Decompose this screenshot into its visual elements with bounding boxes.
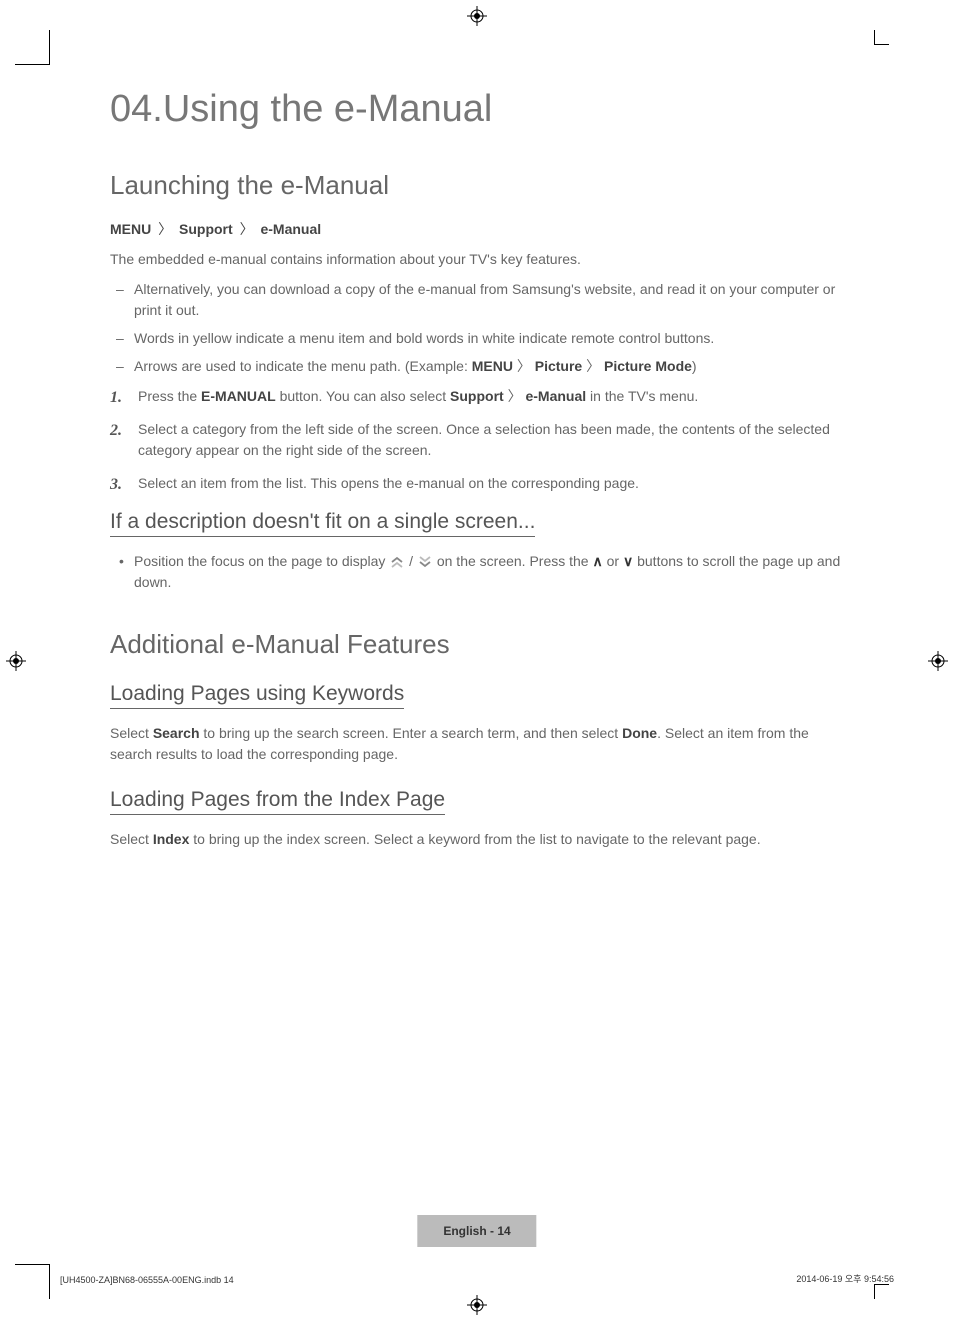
menu-path-separator-icon: 〉: [158, 221, 172, 237]
bullet-item: Position the focus on the page to displa…: [134, 551, 850, 593]
crop-mark-bl: [15, 1264, 50, 1299]
menu-path: MENU 〉 Support 〉 e-Manual: [110, 219, 850, 239]
registration-mark-icon: [467, 6, 487, 26]
subsection-heading-keywords: Loading Pages using Keywords: [110, 682, 404, 709]
step-number: 1.: [110, 386, 122, 410]
intro-text: The embedded e-manual contains informati…: [110, 249, 850, 269]
subsection-heading-index: Loading Pages from the Index Page: [110, 788, 445, 815]
menu-path-item: Support: [179, 221, 233, 237]
section-heading-additional: Additional e-Manual Features: [110, 629, 850, 660]
double-chevron-up-icon: [389, 553, 405, 569]
menu-path-separator-icon: 〉: [240, 221, 254, 237]
menu-path-separator-icon: 〉: [504, 388, 526, 404]
registration-mark-icon: [6, 651, 26, 671]
step-item: 1. Press the E-MANUAL button. You can al…: [138, 386, 850, 407]
caret-up-icon: ∧: [592, 553, 602, 569]
step-list: 1. Press the E-MANUAL button. You can al…: [110, 386, 850, 494]
page-content: 04.Using the e-Manual Launching the e-Ma…: [110, 90, 850, 859]
step-item: 2. Select a category from the left side …: [138, 419, 850, 461]
note-item: Words in yellow indicate a menu item and…: [134, 328, 850, 348]
menu-path-separator-icon: 〉: [582, 358, 604, 374]
crop-mark-br: [874, 1284, 889, 1299]
menu-path-separator-icon: 〉: [513, 358, 535, 374]
chapter-number: 04.: [110, 88, 163, 130]
note-list: Alternatively, you can download a copy o…: [110, 279, 850, 376]
note-item: Arrows are used to indicate the menu pat…: [134, 356, 850, 376]
section-heading-launching: Launching the e-Manual: [110, 170, 850, 201]
crop-mark-tl: [15, 30, 50, 65]
chapter-title: 04.Using the e-Manual: [110, 90, 850, 128]
step-number: 3.: [110, 473, 122, 497]
note-item: Alternatively, you can download a copy o…: [134, 279, 850, 320]
registration-mark-icon: [928, 651, 948, 671]
page-number-badge: English - 14: [417, 1215, 536, 1247]
keywords-text: Select Search to bring up the search scr…: [110, 723, 850, 764]
menu-path-item: e-Manual: [260, 221, 321, 237]
registration-mark-icon: [467, 1295, 487, 1315]
menu-path-item: MENU: [110, 221, 151, 237]
step-number: 2.: [110, 419, 122, 443]
index-text: Select Index to bring up the index scree…: [110, 829, 850, 849]
crop-mark-tr: [874, 30, 889, 45]
step-item: 3. Select an item from the list. This op…: [138, 473, 850, 494]
caret-down-icon: ∨: [623, 553, 633, 569]
subsection-heading-single-screen: If a description doesn't fit on a single…: [110, 510, 535, 537]
footer-filename: [UH4500-ZA]BN68-06555A-00ENG.indb 14: [60, 1275, 234, 1285]
double-chevron-down-icon: [417, 553, 433, 569]
footer-timestamp: 2014-06-19 오후 9:54:56: [796, 1272, 894, 1285]
chapter-name: Using the e-Manual: [163, 88, 493, 130]
bullet-list: Position the focus on the page to displa…: [110, 551, 850, 593]
